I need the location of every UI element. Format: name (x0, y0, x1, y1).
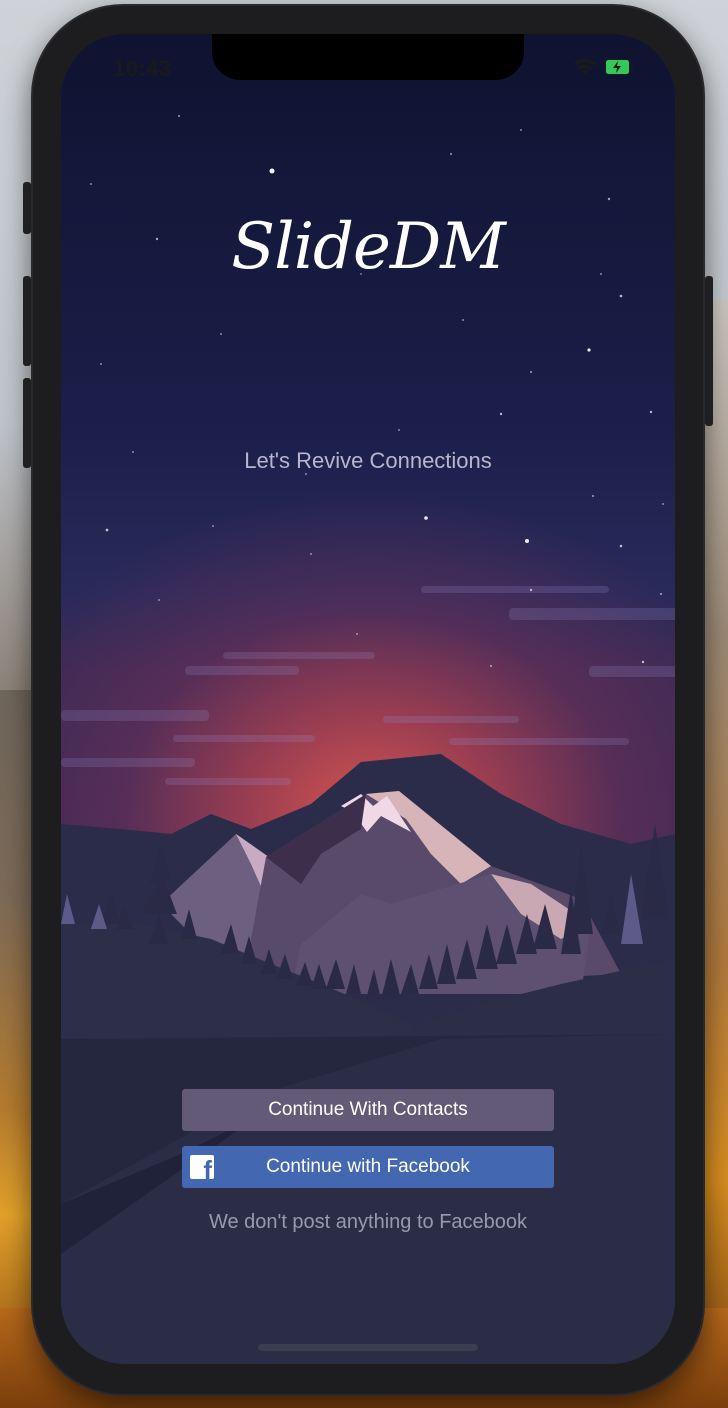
display-notch (212, 34, 524, 80)
cloud-streak (383, 716, 519, 723)
cloud-streak (421, 586, 609, 593)
app-screen: 10:43 SlideDM Let's Revive Connections C… (61, 34, 675, 1364)
status-time: 10:43 (113, 56, 172, 81)
cloud-streak (509, 608, 675, 620)
wifi-icon (573, 58, 597, 75)
cloud-streak (61, 710, 209, 721)
cloud-streak (185, 666, 299, 675)
silent-switch (23, 182, 31, 234)
cloud-streak (223, 652, 375, 659)
home-indicator[interactable] (258, 1344, 478, 1351)
app-logo: SlideDM (231, 210, 505, 284)
contacts-button-label: Continue With Contacts (268, 1099, 468, 1120)
tree-silhouettes (61, 824, 669, 999)
continue-with-contacts-button[interactable]: Continue With Contacts (182, 1089, 554, 1131)
cloud-streak (589, 666, 675, 677)
power-button (705, 276, 713, 426)
volume-down-button (23, 378, 31, 468)
battery-icon (605, 59, 633, 75)
status-indicators (573, 58, 633, 76)
facebook-icon: f (190, 1155, 214, 1183)
continue-with-facebook-button[interactable]: f Continue with Facebook (182, 1146, 554, 1188)
volume-up-button (23, 276, 31, 366)
tagline: Let's Revive Connections (244, 448, 492, 473)
facebook-disclaimer: We don't post anything to Facebook (208, 1211, 528, 1233)
facebook-button-label: Continue with Facebook (266, 1156, 470, 1177)
